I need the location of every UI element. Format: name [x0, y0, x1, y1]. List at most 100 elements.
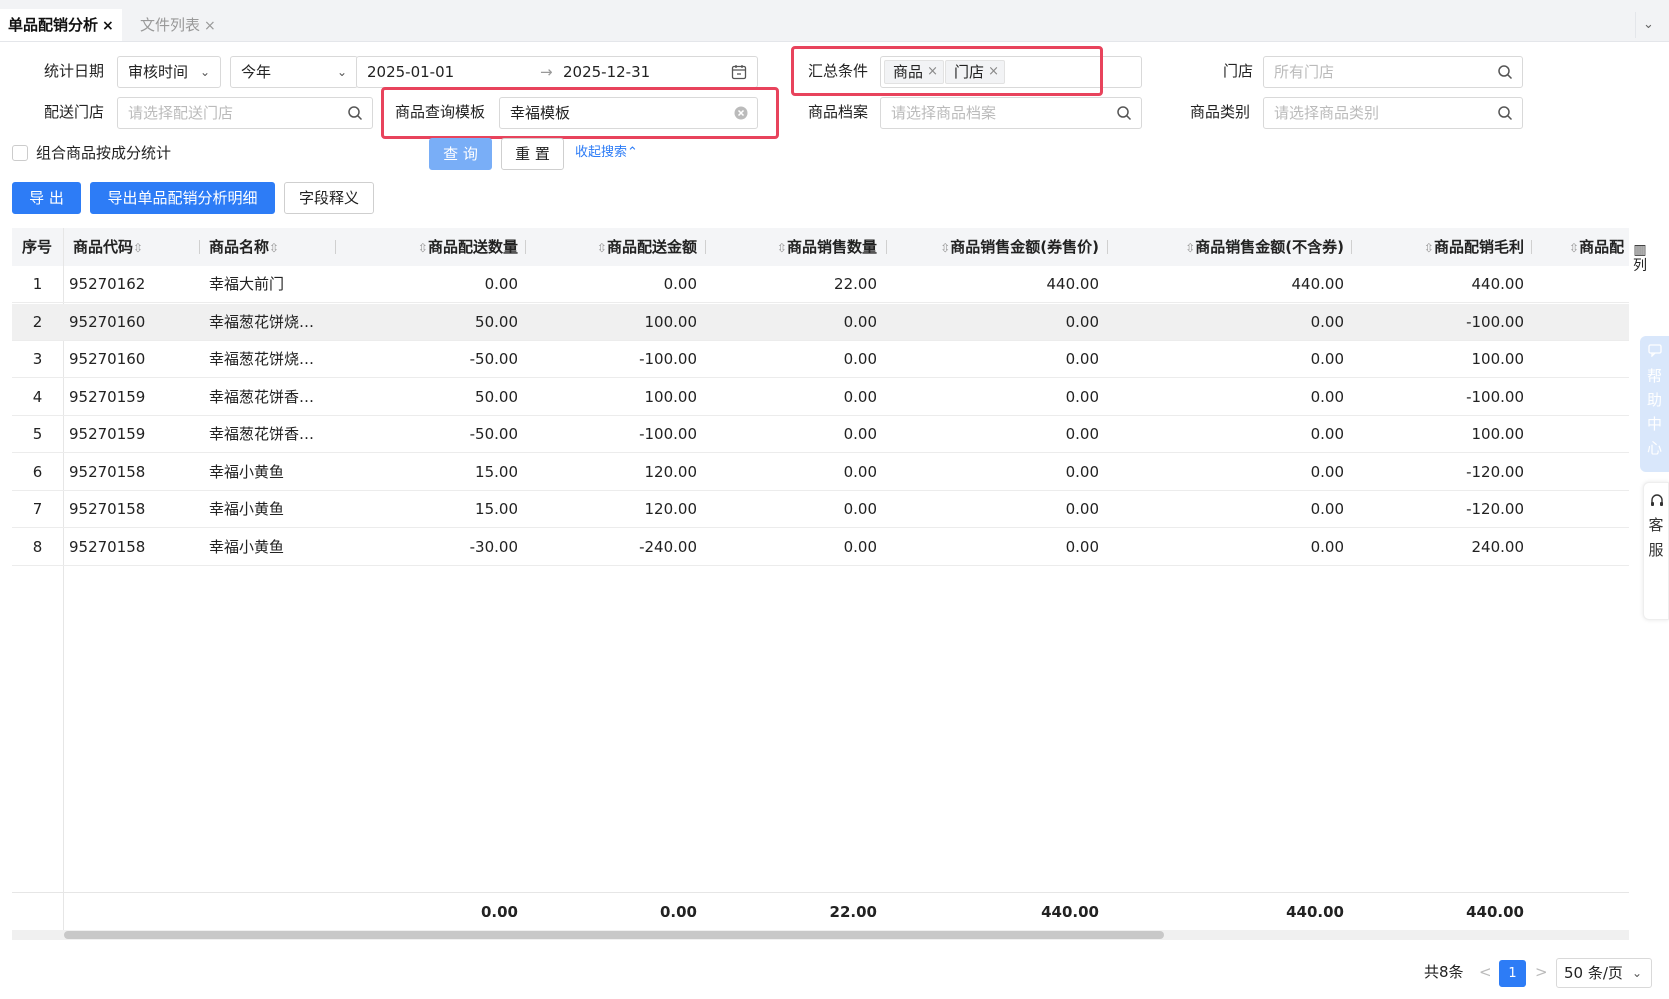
date-type-select[interactable]: 审核时间 ⌄ — [117, 56, 221, 88]
cell-goods-code: 95270158 — [69, 500, 146, 518]
header-delivery-qty[interactable]: ⇳商品配送数量 — [342, 228, 518, 266]
close-icon[interactable]: × — [102, 18, 114, 34]
page-1-button[interactable]: 1 — [1499, 960, 1526, 987]
cell-index: 6 — [32, 462, 43, 481]
cell-sales-amount-no-coupon: 0.00 — [1310, 462, 1344, 481]
cell-goods-name: 幸福小黄鱼 — [209, 500, 285, 518]
table-row[interactable]: 1 95270162 幸福大前门 0.00 0.00 22.00 440.00 440.00 4… — [12, 266, 1629, 303]
table-row[interactable]: 7 95270158 幸福小黄鱼 15.00 120.00 0.00 0.00 0.00 -12… — [12, 491, 1629, 528]
cell-sales-amount-no-coupon: 0.00 — [1310, 500, 1344, 518]
tab-single-product-analysis[interactable]: 单品配销分析 × — [0, 9, 122, 41]
sort-icon[interactable]: ⇳ — [418, 241, 428, 255]
cell-sales-amount-coupon: 0.00 — [1065, 462, 1099, 481]
header-goods-code[interactable]: 商品代码⇳ — [73, 228, 143, 266]
table-row[interactable]: 2 95270160 幸福葱花饼烧… 50.00 100.00 0.00 0.00 0.00 -… — [12, 303, 1629, 341]
cell-index: 5 — [32, 425, 43, 443]
cell-sales-amount-coupon: 440.00 — [1046, 275, 1100, 293]
search-icon[interactable] — [347, 105, 363, 121]
total-cell: 440.00 — [1286, 903, 1344, 921]
next-page-button[interactable]: > — [1535, 958, 1548, 986]
table-row[interactable]: 5 95270159 幸福葱花饼香… -50.00 -100.00 0.00 0.00 0.0… — [12, 416, 1629, 453]
scrollbar-thumb[interactable] — [64, 931, 1164, 939]
export-button[interactable]: 导 出 — [12, 182, 81, 214]
date-range-picker[interactable]: 2025-01-01 → 2025-12-31 — [356, 56, 758, 88]
sort-icon[interactable]: ⇳ — [133, 241, 143, 255]
chevron-down-icon[interactable]: ⌄ — [1635, 12, 1661, 38]
column-divider[interactable] — [1107, 240, 1108, 254]
cell-goods-name: 幸福葱花饼香… — [209, 387, 315, 406]
columns-button[interactable]: ▥ 列 — [1620, 242, 1660, 274]
header-goods-name[interactable]: 商品名称⇳ — [209, 228, 279, 266]
cell-sales-amount-coupon: 0.00 — [1065, 312, 1099, 331]
goods-category-input[interactable]: 请选择商品类别 — [1263, 97, 1523, 129]
header-sales-amount-coupon[interactable]: ⇳商品销售金额(券售价) — [892, 228, 1099, 266]
header-label: 商品配送金额 — [606, 238, 697, 256]
table-footer-totals: 0.00 0.00 22.00 440.00 440.00 440.00 — [12, 892, 1629, 930]
cell-gross-profit: -120.00 — [1466, 500, 1524, 518]
search-icon[interactable] — [1116, 105, 1132, 121]
horizontal-scrollbar[interactable] — [12, 930, 1629, 940]
help-center-label: 帮助中心 — [1646, 367, 1662, 457]
total-cell: 22.00 — [829, 903, 877, 921]
highlight-box — [791, 46, 1103, 96]
cell-goods-name: 幸福葱花饼烧… — [209, 312, 315, 331]
sort-icon[interactable]: ⇳ — [269, 241, 279, 255]
header-sales-qty[interactable]: ⇳商品销售数量 — [712, 228, 877, 266]
field-help-button[interactable]: 字段释义 — [284, 182, 374, 214]
tab-file-list[interactable]: 文件列表 × — [132, 9, 224, 41]
query-button[interactable]: 查 询 — [429, 138, 492, 170]
close-icon[interactable]: × — [204, 18, 216, 34]
goods-archive-label: 商品档案 — [808, 103, 869, 121]
export-detail-button[interactable]: 导出单品配销分析明细 — [90, 182, 275, 214]
sort-icon[interactable]: ⇳ — [1185, 241, 1195, 255]
total-cell: 440.00 — [1466, 903, 1524, 921]
sort-icon[interactable]: ⇳ — [940, 241, 950, 255]
cell-delivery-amount: 120.00 — [644, 500, 698, 518]
customer-service-button[interactable]: 客服 — [1643, 482, 1669, 620]
table-row[interactable]: 4 95270159 幸福葱花饼香… 50.00 100.00 0.00 0.00 0.00 -… — [12, 379, 1629, 416]
header-delivery-amount[interactable]: ⇳商品配送金额 — [532, 228, 697, 266]
table-row[interactable]: 6 95270158 幸福小黄鱼 15.00 120.00 0.00 0.00 0.00 -12… — [12, 454, 1629, 491]
help-center-button[interactable]: 帮助中心 — [1640, 336, 1669, 472]
date-type-value: 审核时间 — [128, 63, 189, 81]
cell-goods-name: 幸福葱花饼烧… — [209, 350, 315, 368]
column-divider[interactable] — [705, 240, 706, 254]
header-label: 商品销售数量 — [786, 238, 877, 256]
headset-icon — [1651, 494, 1663, 506]
search-icon[interactable] — [1497, 105, 1513, 121]
goods-archive-input[interactable]: 请选择商品档案 — [880, 97, 1142, 129]
header-sales-amount-no-coupon[interactable]: ⇳商品销售金额(不含券) — [1112, 228, 1344, 266]
search-icon[interactable] — [1497, 64, 1513, 80]
prev-page-button[interactable]: < — [1479, 958, 1492, 986]
sort-icon[interactable]: ⇳ — [777, 241, 787, 255]
store-input[interactable]: 所有门店 — [1263, 56, 1523, 88]
date-start[interactable]: 2025-01-01 — [367, 57, 454, 87]
column-divider[interactable] — [886, 240, 887, 254]
date-end[interactable]: 2025-12-31 — [563, 57, 650, 87]
sort-icon[interactable]: ⇳ — [1569, 241, 1579, 255]
column-divider[interactable] — [199, 240, 200, 254]
cell-delivery-qty: 15.00 — [475, 500, 518, 518]
period-select[interactable]: 今年 ⌄ — [230, 56, 358, 88]
table-row[interactable]: 8 95270158 幸福小黄鱼 -30.00 -240.00 0.00 0.00 0.00 2… — [12, 529, 1629, 566]
header-gross-profit[interactable]: ⇳商品配销毛利 — [1357, 228, 1524, 266]
column-divider[interactable] — [1531, 240, 1532, 254]
column-divider[interactable] — [1351, 240, 1352, 254]
column-divider[interactable] — [335, 240, 336, 254]
tab-label: 文件列表 — [140, 16, 201, 34]
cell-delivery-qty: 15.00 — [475, 462, 518, 481]
reset-button[interactable]: 重 置 — [501, 138, 564, 170]
table-row[interactable]: 3 95270160 幸福葱花饼烧… -50.00 -100.00 0.00 0.00 0.0… — [12, 341, 1629, 378]
delivery-store-input[interactable]: 请选择配送门店 — [117, 97, 373, 129]
sort-icon[interactable]: ⇳ — [1424, 241, 1434, 255]
delivery-store-placeholder: 请选择配送门店 — [128, 104, 234, 122]
total-cell: 0.00 — [480, 903, 518, 921]
header-label: 商品配 — [1579, 238, 1625, 256]
collapse-search-link[interactable]: 收起搜索⌃ — [575, 138, 638, 168]
sort-icon[interactable]: ⇳ — [597, 241, 607, 255]
store-label: 门店 — [1223, 62, 1254, 80]
total-cell: 0.00 — [659, 903, 697, 921]
combo-checkbox[interactable] — [12, 145, 28, 161]
column-divider[interactable] — [525, 240, 526, 254]
page-size-select[interactable]: 50 条/页 ⌄ — [1556, 958, 1652, 988]
